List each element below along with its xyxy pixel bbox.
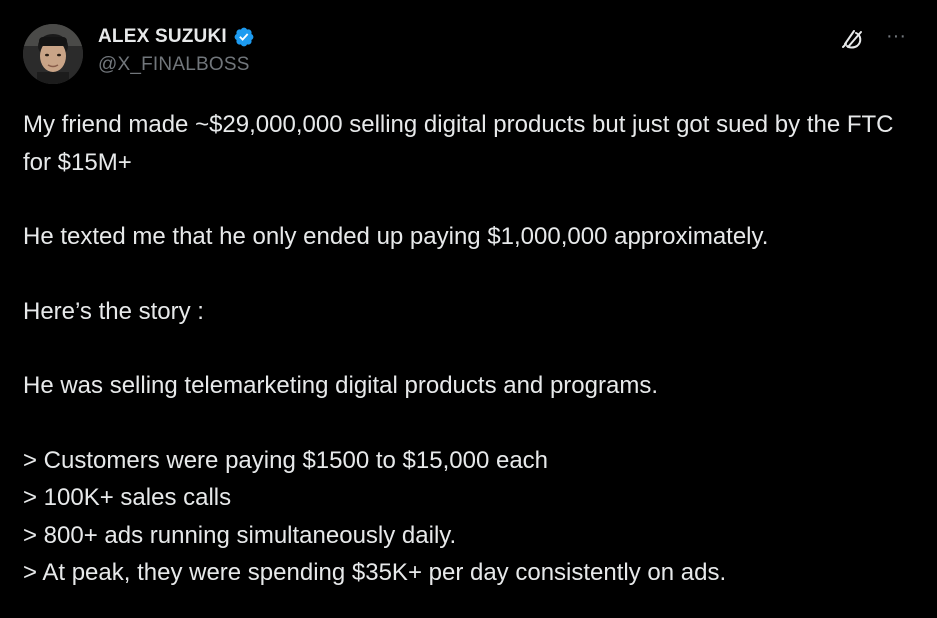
tweet-paragraph-3: Here’s the story : (23, 297, 204, 325)
tweet-bullet: > At peak, they were spending $35K+ per … (23, 559, 727, 586)
tweet-bullet: > 800+ ads running simultaneously daily. (23, 521, 457, 549)
author-display-name[interactable]: ALEX SUZUKI (98, 26, 227, 48)
avatar-photo-icon (23, 24, 83, 84)
tweet-bullet: > Customers were paying $1500 to $15,000… (23, 446, 549, 474)
grok-icon[interactable] (839, 26, 865, 52)
author-handle[interactable]: @X_FINALBOSS (98, 54, 255, 76)
tweet-paragraph-1: My friend made ~$29,000,000 selling digi… (23, 111, 901, 176)
author-header: ALEX SUZUKI @X_FINALBOSS (98, 24, 255, 76)
tweet-paragraph-2: He texted me that he only ended up payin… (23, 223, 769, 250)
tweet-bullet: > 100K+ sales calls (23, 484, 232, 511)
verified-badge-icon[interactable] (233, 26, 255, 48)
tweet-top-actions: ··· (839, 26, 909, 52)
tweet-card: ALEX SUZUKI @X_FINALBOSS ··· My friend m… (0, 0, 937, 618)
tweet-paragraph-4: He was selling telemarketing digital pro… (23, 372, 658, 399)
author-name-row: ALEX SUZUKI (98, 24, 255, 50)
author-avatar[interactable] (23, 24, 83, 84)
tweet-text: My friend made ~$29,000,000 selling digi… (23, 106, 913, 592)
more-options-icon[interactable]: ··· (883, 26, 909, 52)
